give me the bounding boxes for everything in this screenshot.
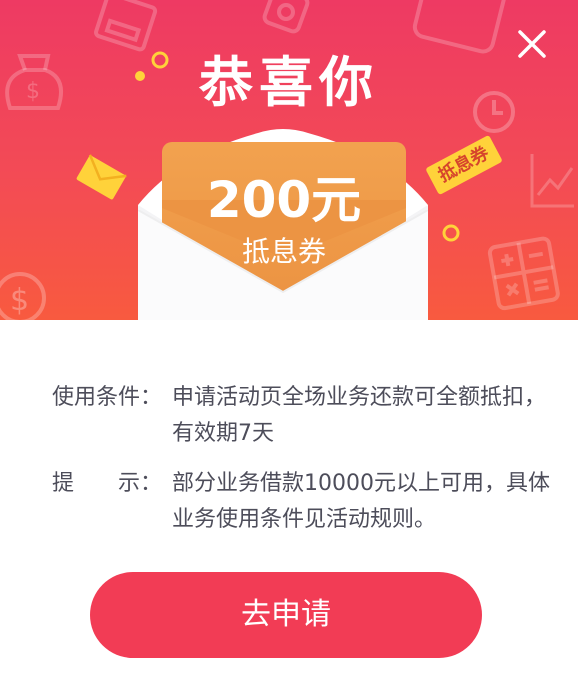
envelope-icon <box>76 154 127 200</box>
calculator-icon <box>487 236 560 311</box>
svg-text:$: $ <box>10 283 29 318</box>
apply-button[interactable]: 去申请 <box>90 572 482 658</box>
terms-label: 使用条件： <box>52 385 163 410</box>
terms-row-tips: 提 示： 部分业务借款10000元以上可用，具体业务使用条件见活动规则。 <box>52 466 552 538</box>
coupon-amount: 200元 <box>206 171 362 229</box>
banner: $ $ 恭喜你 200元 抵息券 抵息券 <box>0 0 578 320</box>
close-icon[interactable] <box>514 26 550 62</box>
ring-decoration <box>442 224 460 242</box>
terms-value: 部分业务借款10000元以上可用，具体业务使用条件见活动规则。 <box>172 471 550 532</box>
coin-icon <box>262 0 310 34</box>
terms-section: 使用条件： 申请活动页全场业务还款可全额抵扣，有效期7天 提 示： 部分业务借款… <box>52 380 552 552</box>
coupon-dialog: $ $ 恭喜你 200元 抵息券 抵息券 使用条件： 申请活动页全场业务还款可全… <box>0 0 578 683</box>
coupon-type: 抵息券 <box>241 235 326 268</box>
terms-value: 申请活动页全场业务还款可全额抵扣，有效期7天 <box>172 385 547 446</box>
coupon-tag: 抵息券 <box>425 134 503 196</box>
dialog-title: 恭喜你 <box>199 51 379 114</box>
dollar-coin-icon: $ <box>0 272 46 320</box>
terms-label: 提 示： <box>52 471 163 496</box>
chart-icon <box>530 154 574 208</box>
terms-row-conditions: 使用条件： 申请活动页全场业务还款可全额抵扣，有效期7天 <box>52 380 552 452</box>
